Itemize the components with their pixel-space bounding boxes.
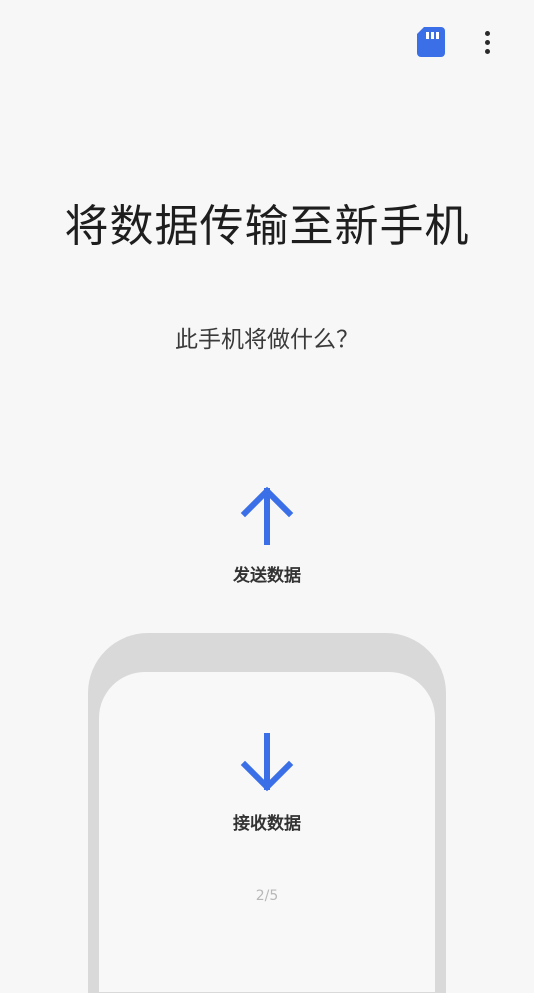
receive-data-label: 接收数据 [233, 814, 301, 834]
page-subtitle: 此手机将做什么？ [175, 327, 359, 353]
page-title: 将数据传输至新手机 [64, 201, 470, 252]
more-options-icon[interactable] [474, 26, 500, 58]
arrow-up-icon [240, 486, 294, 545]
arrow-down-icon [240, 733, 294, 792]
top-bar [0, 0, 534, 84]
page-indicator: 2/5 [255, 888, 279, 904]
send-data-button[interactable]: 发送数据 [167, 485, 367, 595]
send-data-label: 发送数据 [233, 566, 301, 586]
receive-data-button[interactable]: 接收数据 [167, 733, 367, 843]
sd-card-icon[interactable] [417, 27, 445, 57]
